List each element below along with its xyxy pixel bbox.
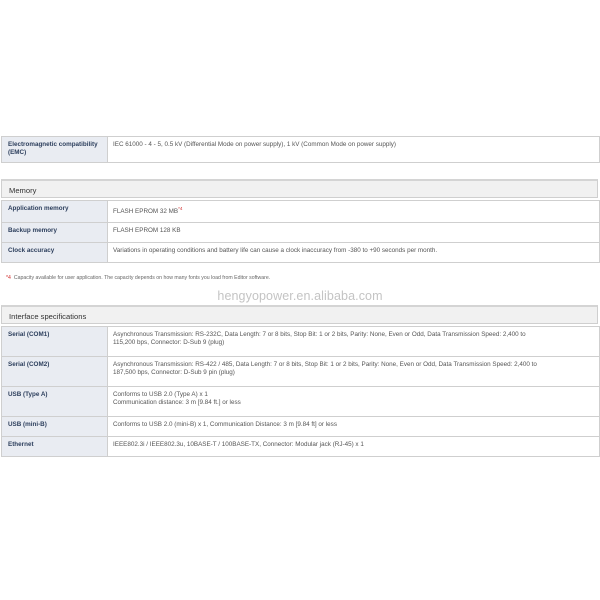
memory-footnote: *4 Capacity available for user applicatio… — [6, 275, 270, 281]
ethernet-label: Ethernet — [1, 436, 108, 457]
backup-memory-label: Backup memory — [1, 222, 108, 243]
backup-memory-value: FLASH EPROM 128 KB — [107, 222, 600, 243]
table-row: Electromagnetic compatibility (EMC) IEC … — [1, 136, 600, 163]
table-row: USB (Type A) Conforms to USB 2.0 (Type A… — [1, 386, 600, 417]
application-memory-text: FLASH EPROM 32 MB — [113, 208, 179, 215]
usb-type-a-line-1: Conforms to USB 2.0 (Type A) x 1 — [113, 391, 208, 398]
application-memory-label: Application memory — [1, 200, 108, 223]
interface-section-title: Interface specifications — [1, 305, 598, 324]
usb-type-a-label: USB (Type A) — [1, 386, 108, 417]
watermark-text: hengyopower.en.alibaba.com — [217, 289, 383, 303]
serial-com1-label: Serial (COM1) — [1, 326, 108, 357]
table-row: USB (mini-B) Conforms to USB 2.0 (mini-B… — [1, 416, 600, 437]
memory-table: Application memory FLASH EPROM 32 MB*4 B… — [1, 200, 600, 263]
table-row: Clock accuracy Variations in operating c… — [1, 242, 600, 263]
serial-com1-value: Asynchronous Transmission: RS-232C, Data… — [107, 326, 600, 357]
serial-com2-value: Asynchronous Transmission: RS-422 / 485,… — [107, 356, 600, 387]
serial-com1-line-1: Asynchronous Transmission: RS-232C, Data… — [113, 331, 526, 338]
usb-mini-b-value: Conforms to USB 2.0 (mini-B) x 1, Commun… — [107, 416, 600, 437]
emc-label: Electromagnetic compatibility (EMC) — [1, 136, 108, 163]
footnote-mark: *4 — [6, 275, 11, 281]
emc-value: IEC 61000 - 4 - 5, 0.5 kV (Differential … — [107, 136, 600, 163]
memory-section-title: Memory — [1, 179, 598, 198]
usb-type-a-line-2: Communication distance: 3 m [9.84 ft.] o… — [113, 399, 241, 407]
serial-com2-line-1: Asynchronous Transmission: RS-422 / 485,… — [113, 361, 537, 368]
table-row: Serial (COM1) Asynchronous Transmission:… — [1, 326, 600, 357]
clock-accuracy-label: Clock accuracy — [1, 242, 108, 263]
ethernet-value: IEEE802.3i / IEEE802.3u, 10BASE-T / 100B… — [107, 436, 600, 457]
table-row: Application memory FLASH EPROM 32 MB*4 — [1, 200, 600, 223]
footnote-ref: *4 — [178, 206, 183, 211]
emc-table: Electromagnetic compatibility (EMC) IEC … — [1, 136, 600, 163]
interface-table: Serial (COM1) Asynchronous Transmission:… — [1, 326, 600, 457]
table-row: Ethernet IEEE802.3i / IEEE802.3u, 10BASE… — [1, 436, 600, 457]
footnote-text: Capacity available for user application.… — [13, 275, 271, 281]
serial-com2-line-2: 187,500 bps, Connector: D-Sub 9 pin (plu… — [113, 369, 235, 377]
table-row: Serial (COM2) Asynchronous Transmission:… — [1, 356, 600, 387]
serial-com1-line-2: 115,200 bps, Connector: D-Sub 9 (plug) — [113, 339, 225, 347]
table-row: Backup memory FLASH EPROM 128 KB — [1, 222, 600, 243]
serial-com2-label: Serial (COM2) — [1, 356, 108, 387]
clock-accuracy-value: Variations in operating conditions and b… — [107, 242, 600, 263]
spec-page: Electromagnetic compatibility (EMC) IEC … — [0, 0, 600, 600]
usb-type-a-value: Conforms to USB 2.0 (Type A) x 1 Communi… — [107, 386, 600, 417]
usb-mini-b-label: USB (mini-B) — [1, 416, 108, 437]
application-memory-value: FLASH EPROM 32 MB*4 — [107, 200, 600, 223]
